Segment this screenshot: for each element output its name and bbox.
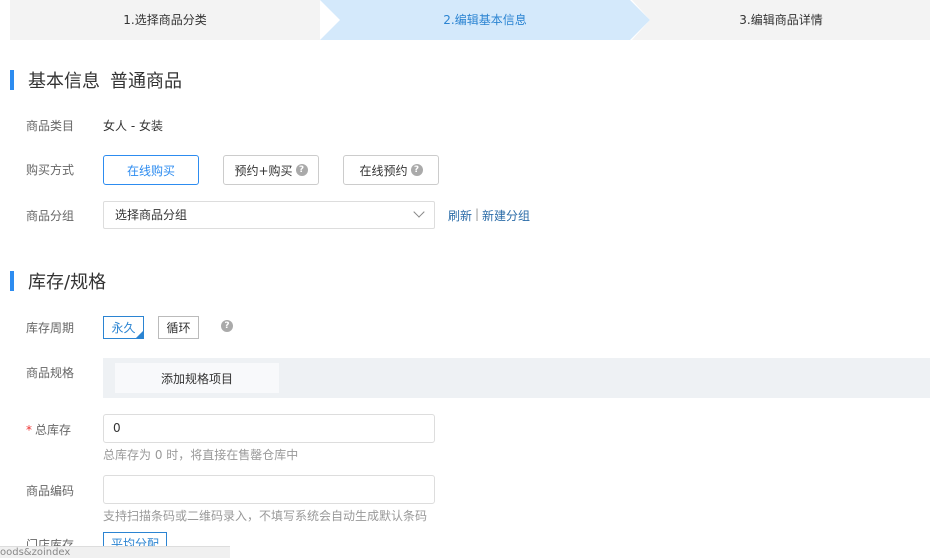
total-stock-hint: 总库存为 0 时，将直接在售罄仓库中	[103, 448, 299, 462]
product-code-label: 商品编码	[26, 484, 75, 498]
required-marker: *	[26, 423, 32, 437]
section-title-basic-info: 基本信息 普通商品	[10, 70, 182, 92]
section-title-text: 库存/规格	[28, 272, 107, 293]
help-icon[interactable]: ?	[221, 320, 233, 332]
purchase-method-label: 购买方式	[26, 163, 75, 177]
help-icon[interactable]: ?	[410, 164, 423, 176]
total-stock-input[interactable]: 0	[103, 414, 435, 443]
section-accent-bar	[10, 70, 14, 90]
link-separator: |	[475, 207, 480, 221]
new-group-link[interactable]: 新建分组	[482, 207, 530, 224]
period-permanent-button[interactable]: 永久	[103, 316, 144, 339]
purchase-online-button[interactable]: 在线购买	[103, 155, 199, 185]
period-cycle-button[interactable]: 循环	[158, 316, 199, 339]
purchase-online-reserve-button[interactable]: 在线预约 ?	[343, 155, 439, 185]
category-value: 女人 - 女装	[103, 119, 163, 133]
status-bar: oods&zoindex	[0, 546, 230, 558]
product-code-input[interactable]	[103, 475, 435, 504]
product-code-hint: 支持扫描条码或二维码录入，不填写系统会自动生成默认条码	[103, 509, 428, 523]
selected-corner-icon	[136, 331, 143, 338]
step-2-edit-basic-info: 2.编辑基本信息	[320, 0, 650, 40]
total-stock-label: * 总库存	[26, 421, 71, 438]
refresh-link[interactable]: 刷新	[448, 207, 472, 224]
add-spec-button[interactable]: 添加规格项目	[115, 363, 279, 393]
purchase-online-reserve-label: 在线预约	[359, 163, 408, 178]
step-progress-bar: 1.选择商品分类 3.编辑商品详情 2.编辑基本信息	[10, 0, 930, 40]
step-1-select-category: 1.选择商品分类	[10, 0, 320, 40]
purchase-reserve-buy-button[interactable]: 预约+购买 ?	[223, 155, 319, 185]
help-icon[interactable]: ?	[295, 164, 308, 176]
period-permanent-label: 永久	[111, 321, 136, 335]
period-cycle-label: 循环	[166, 321, 191, 335]
stock-period-label: 库存周期	[26, 321, 75, 335]
product-group-select[interactable]: 选择商品分组	[103, 201, 435, 229]
purchase-reserve-buy-label: 预约+购买	[234, 163, 293, 178]
section-subtitle-text: 普通商品	[110, 71, 182, 92]
purchase-online-label: 在线购买	[126, 163, 175, 178]
section-accent-bar	[10, 271, 14, 291]
step-3-edit-details: 3.编辑商品详情	[632, 0, 930, 40]
spec-label: 商品规格	[26, 366, 75, 380]
product-group-select-value: 选择商品分组	[115, 208, 188, 222]
spec-container: 添加规格项目	[103, 358, 930, 398]
section-title-text: 基本信息	[28, 71, 100, 92]
product-group-label: 商品分组	[26, 209, 75, 223]
chevron-down-icon	[413, 206, 425, 218]
category-label: 商品类目	[26, 119, 75, 133]
section-title-stock: 库存/规格	[10, 271, 107, 293]
total-stock-label-text: 总库存	[35, 423, 72, 437]
